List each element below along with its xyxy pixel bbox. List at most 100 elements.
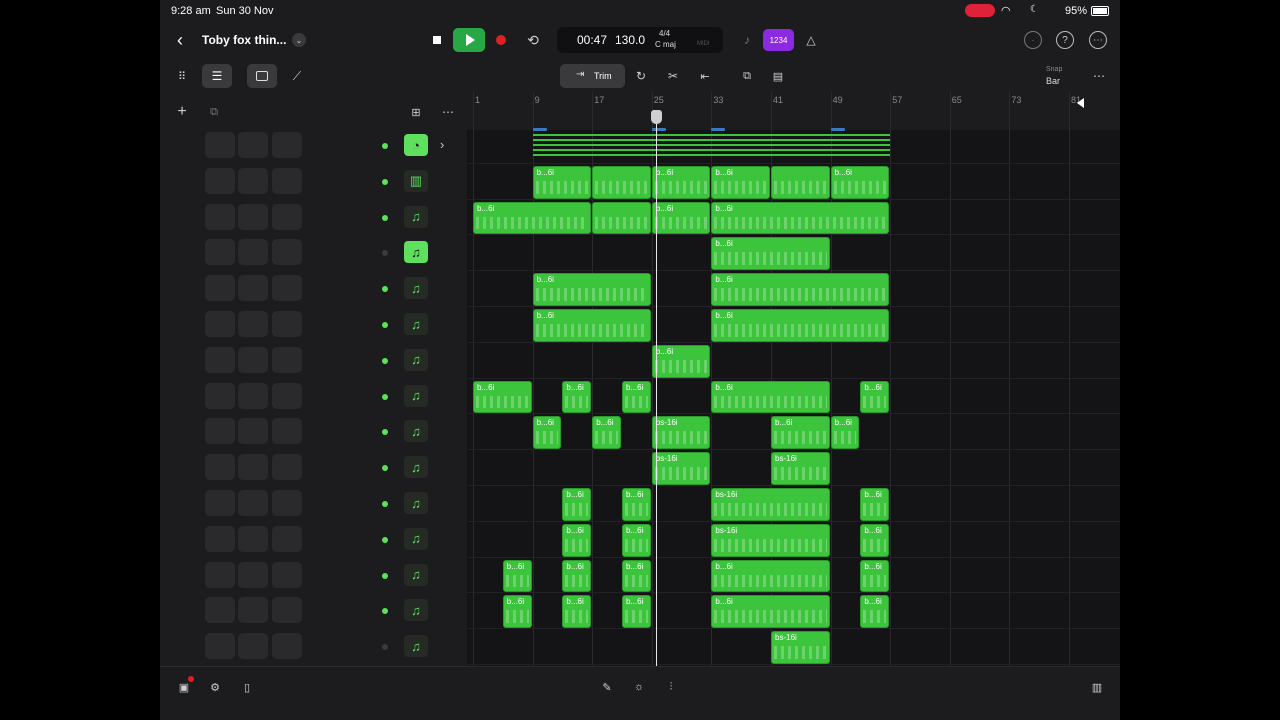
track-header[interactable]: ♫ [160, 271, 467, 307]
mute-button[interactable] [205, 525, 235, 552]
track-header[interactable]: ♫ [160, 522, 467, 558]
loop-tool-icon[interactable]: ↻ [630, 66, 652, 86]
midi-region[interactable]: b...6i [711, 559, 830, 593]
count-in-button[interactable]: 1234 [763, 29, 794, 51]
record-enable-button[interactable] [272, 454, 302, 481]
solo-button[interactable] [238, 633, 268, 660]
solo-button[interactable] [238, 167, 268, 194]
midi-note-icon[interactable]: ♫ [404, 527, 428, 550]
midi-region[interactable]: b...6i [771, 416, 830, 450]
record-enable-button[interactable] [272, 633, 302, 660]
timeline-ruler[interactable]: 1 9 17 25 33 41 49 57 65 73 81 [467, 92, 1120, 130]
midi-note-icon[interactable]: ♫ [404, 384, 428, 407]
track-zoom-icon[interactable]: ⊞ [406, 102, 426, 122]
record-button[interactable] [490, 30, 512, 50]
midi-region[interactable]: b...6i [562, 595, 592, 629]
solo-button[interactable] [238, 311, 268, 337]
midi-region[interactable]: b...6i [651, 344, 711, 378]
playhead-line[interactable] [655, 118, 657, 666]
duplicate-track-icon[interactable]: ⧉ [204, 102, 224, 122]
track-header[interactable]: ♫ [160, 629, 467, 665]
marker-flag[interactable] [711, 128, 726, 131]
mute-button[interactable] [205, 597, 235, 624]
midi-note-icon[interactable]: ♫ [404, 205, 428, 228]
solo-button[interactable] [238, 597, 268, 624]
track-header[interactable]: ♫ [160, 235, 467, 271]
mute-button[interactable] [205, 382, 235, 409]
mute-button[interactable] [205, 490, 235, 516]
midi-region[interactable]: b...6i [622, 559, 651, 593]
record-enable-button[interactable] [272, 525, 302, 552]
solo-button[interactable] [238, 418, 268, 445]
track-options-icon[interactable]: ⋯ [438, 102, 458, 122]
midi-region[interactable]: b...6i [711, 237, 830, 271]
project-title[interactable]: Toby fox thin... [202, 33, 286, 47]
midi-region[interactable]: b...6i [860, 559, 890, 593]
mute-button[interactable] [205, 418, 235, 445]
marker-flag[interactable] [830, 128, 845, 131]
record-enable-button[interactable] [272, 311, 302, 337]
record-enable-button[interactable] [272, 346, 302, 373]
play-button[interactable] [453, 28, 485, 52]
track-header[interactable]: ▥ [160, 164, 467, 200]
record-enable-button[interactable] [272, 597, 302, 624]
activity-icon[interactable]: · [1024, 31, 1042, 49]
more-options-icon[interactable]: ⋯ [1089, 31, 1107, 49]
record-enable-button[interactable] [272, 418, 302, 445]
playhead-handle[interactable] [650, 110, 662, 124]
midi-region[interactable]: b...6i [532, 309, 651, 342]
midi-region[interactable]: bs-16i [651, 416, 711, 450]
browser-grid-button[interactable]: ⠿ [169, 65, 195, 87]
midi-region[interactable]: b...6i [711, 595, 830, 629]
smart-controls-icon[interactable]: ⚙ [205, 677, 225, 697]
midi-region[interactable]: b...6i [622, 595, 651, 629]
midi-region[interactable]: bs-16i [711, 488, 830, 521]
midi-region[interactable]: b...6i [502, 559, 532, 593]
mute-button[interactable] [205, 346, 235, 373]
marker-flag[interactable] [651, 128, 666, 131]
midi-region[interactable]: b...6i [562, 488, 592, 521]
solo-button[interactable] [238, 132, 268, 158]
track-header[interactable]: ♫ [160, 593, 467, 629]
solo-button[interactable] [238, 490, 268, 516]
record-enable-button[interactable] [272, 275, 302, 302]
paste-icon[interactable]: ▤ [767, 66, 789, 86]
more-menu-icon[interactable]: ⋯ [1089, 66, 1109, 86]
join-tool-icon[interactable]: ⇤ [694, 66, 716, 86]
marker-flag[interactable] [532, 128, 547, 131]
add-track-icon[interactable]: + [172, 102, 192, 122]
track-header[interactable]: ◔ › [160, 128, 467, 164]
mute-button[interactable] [205, 239, 235, 266]
midi-region[interactable]: bs-16i [771, 631, 830, 664]
solo-button[interactable] [238, 561, 268, 588]
mute-button[interactable] [205, 633, 235, 660]
midi-region[interactable]: b...6i [562, 559, 592, 593]
help-icon[interactable]: ? [1056, 31, 1074, 49]
midi-region[interactable]: b...6i [562, 523, 592, 557]
midi-region[interactable] [592, 165, 651, 199]
summing-stack-icon[interactable]: ◔ [404, 134, 428, 156]
midi-region[interactable]: b...6i [651, 201, 711, 235]
midi-region[interactable] [771, 165, 830, 199]
midi-region[interactable]: b...6i [711, 165, 770, 199]
trim-tool-button[interactable]: ⇥ Trim [560, 64, 625, 88]
track-header[interactable]: ♫ [160, 450, 467, 486]
midi-note-icon[interactable]: ♫ [404, 420, 428, 443]
track-header[interactable]: ♫ [160, 343, 467, 379]
midi-region[interactable]: b...6i [532, 165, 592, 199]
midi-region[interactable]: b...6i [711, 309, 890, 342]
keyboard-instrument-icon[interactable]: ▥ [404, 169, 428, 192]
region-view-button[interactable] [247, 64, 277, 88]
track-header[interactable]: ♫ [160, 200, 467, 236]
midi-note-icon[interactable]: ♫ [404, 563, 428, 586]
snap-value-dropdown[interactable]: Bar [1046, 76, 1060, 86]
mute-button[interactable] [205, 561, 235, 588]
midi-region[interactable]: b...6i [502, 595, 532, 629]
midi-region[interactable]: b...6i [473, 201, 592, 235]
expand-chevron-icon[interactable]: › [440, 137, 444, 152]
stop-button[interactable] [426, 30, 448, 50]
midi-region[interactable]: b...6i [592, 416, 621, 450]
back-chevron-icon[interactable]: ‹ [170, 30, 190, 50]
midi-region[interactable]: bs-16i [771, 452, 830, 485]
midi-region[interactable]: b...6i [622, 523, 651, 557]
